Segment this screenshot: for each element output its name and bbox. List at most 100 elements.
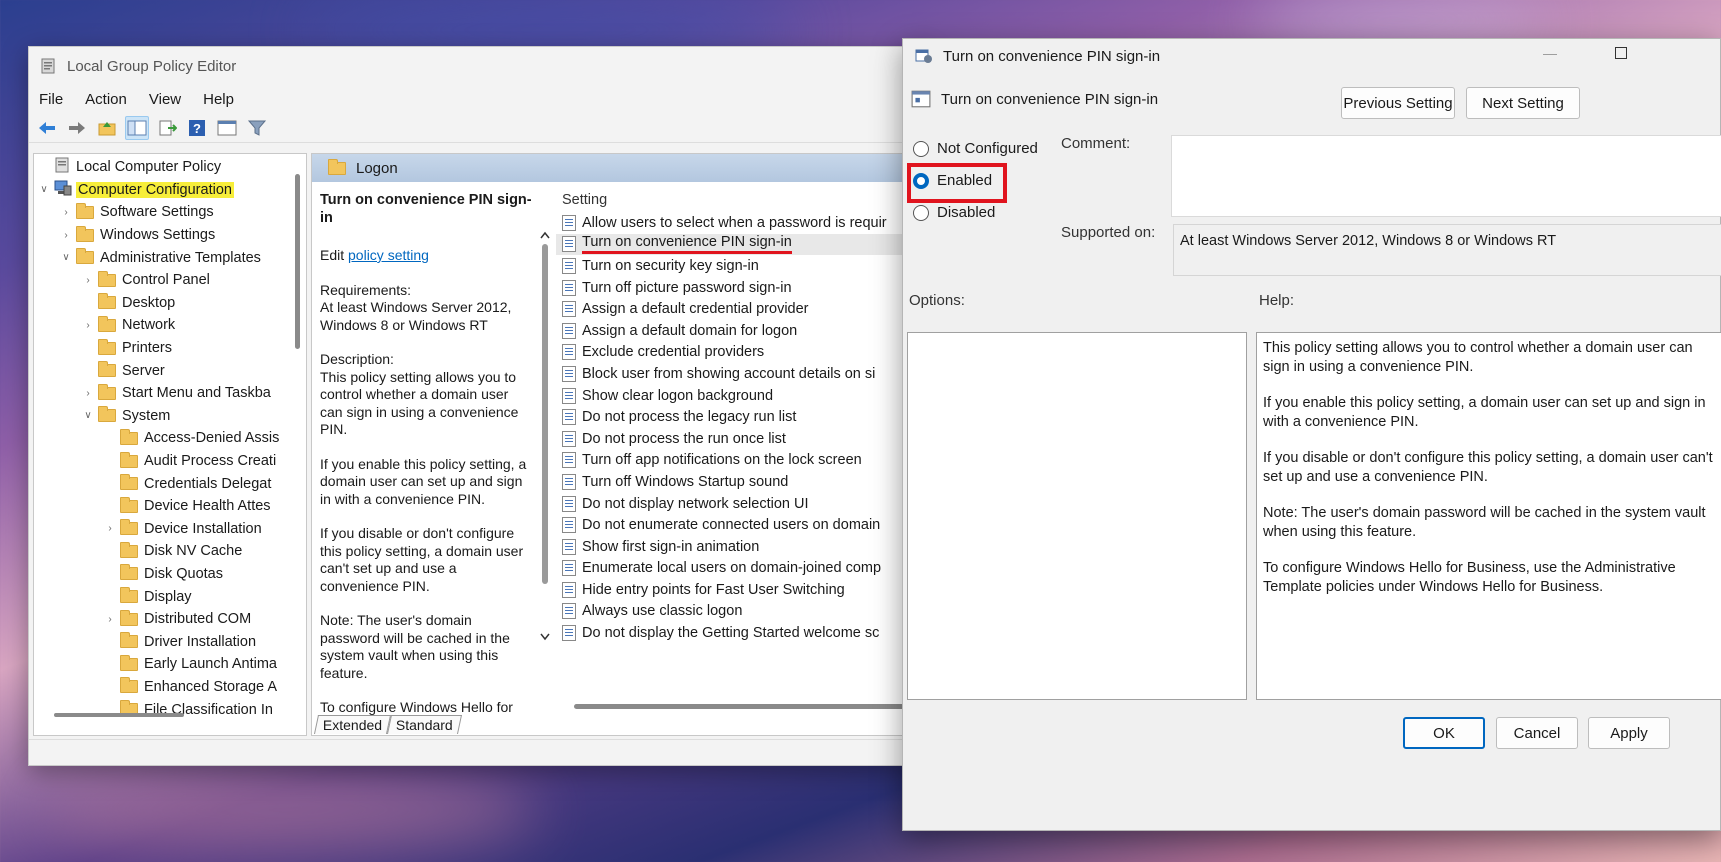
menu-file[interactable]: File <box>39 91 63 108</box>
settings-horizontal-scrollbar[interactable] <box>574 704 914 709</box>
setting-row[interactable]: Turn off Windows Startup sound <box>556 471 926 493</box>
chevron-down-icon[interactable]: ∨ <box>82 410 94 421</box>
setting-row[interactable]: Turn off picture password sign-in <box>556 277 926 299</box>
tree-item[interactable]: ∨ Computer Configuration <box>34 179 306 202</box>
tree-item[interactable]: › Network <box>34 314 306 337</box>
folder-icon <box>98 338 116 355</box>
menu-view[interactable]: View <box>149 91 181 108</box>
tree-item[interactable]: Desktop <box>34 292 306 315</box>
tree-item-label: Driver Installation <box>144 633 257 650</box>
next-setting-button[interactable]: Next Setting <box>1466 87 1580 119</box>
back-arrow-icon[interactable] <box>35 116 59 140</box>
svg-text:?: ? <box>193 121 201 136</box>
chevron-right-icon[interactable]: › <box>104 614 116 625</box>
chevron-right-icon[interactable]: › <box>82 320 94 331</box>
tree-item[interactable]: › Device Installation <box>34 518 306 541</box>
setting-row[interactable]: Hide entry points for Fast User Switchin… <box>556 579 926 601</box>
tree-item[interactable]: ∨ System <box>34 405 306 428</box>
settings-column-header[interactable]: Setting <box>556 184 926 212</box>
tree-item-label: Control Panel <box>122 272 210 289</box>
tree-vertical-scrollbar[interactable] <box>295 174 300 349</box>
tree-item[interactable]: › Software Settings <box>34 201 306 224</box>
tree-item[interactable]: Audit Process Creati <box>34 450 306 473</box>
tree-item[interactable]: File Classification In <box>34 698 306 721</box>
setting-row[interactable]: Show first sign-in animation <box>556 536 926 558</box>
setting-row[interactable]: Do not display network selection UI <box>556 493 926 515</box>
menu-help[interactable]: Help <box>203 91 234 108</box>
show-hide-tree-icon[interactable] <box>125 115 149 140</box>
tree-item[interactable]: Server <box>34 359 306 382</box>
maximize-icon[interactable] <box>1615 47 1627 59</box>
tree-item[interactable]: Disk NV Cache <box>34 540 306 563</box>
tab-extended[interactable]: Extended <box>313 714 392 734</box>
tree-item[interactable]: Disk Quotas <box>34 563 306 586</box>
comment-textarea[interactable] <box>1171 135 1721 217</box>
tree-item[interactable]: Early Launch Antima <box>34 653 306 676</box>
tree-item[interactable]: Enhanced Storage A <box>34 676 306 699</box>
tree-item[interactable]: Display <box>34 585 306 608</box>
tree-item[interactable]: Credentials Delegat <box>34 472 306 495</box>
tree-horizontal-scrollbar[interactable] <box>54 713 184 717</box>
setting-row[interactable]: Do not process the run once list <box>556 428 926 450</box>
tree-item[interactable]: Device Health Attes <box>34 495 306 518</box>
apply-button[interactable]: Apply <box>1588 717 1670 749</box>
chevron-right-icon[interactable]: › <box>82 388 94 399</box>
tab-standard[interactable]: Standard <box>387 714 463 734</box>
cancel-button[interactable]: Cancel <box>1496 717 1578 749</box>
radio-disabled-circle[interactable] <box>913 204 929 221</box>
folder-icon <box>120 496 138 513</box>
setting-label: Turn off app notifications on the lock s… <box>582 452 862 469</box>
properties-icon[interactable] <box>215 116 239 140</box>
setting-row[interactable]: Assign a default credential provider <box>556 298 926 320</box>
ok-button[interactable]: OK <box>1403 717 1485 749</box>
up-folder-icon[interactable] <box>95 116 119 140</box>
forward-arrow-icon[interactable] <box>65 116 89 140</box>
tree-item[interactable]: Access-Denied Assis <box>34 427 306 450</box>
previous-setting-button[interactable]: Previous Setting <box>1341 87 1455 119</box>
setting-row[interactable]: Do not enumerate connected users on doma… <box>556 514 926 536</box>
tree-item-label: Server <box>122 362 165 379</box>
setting-row[interactable]: Always use classic logon <box>556 601 926 623</box>
help-icon[interactable]: ? <box>185 116 209 140</box>
edit-policy-setting-link[interactable]: policy setting <box>348 247 429 263</box>
tree-item[interactable]: Local Computer Policy <box>34 156 306 179</box>
menu-action[interactable]: Action <box>85 91 127 108</box>
description-p2: If you enable this policy setting, a dom… <box>320 455 527 507</box>
setting-row[interactable]: Turn on security key sign-in <box>556 255 926 277</box>
tree-item[interactable]: Printers <box>34 337 306 360</box>
minimize-icon[interactable]: — <box>1543 45 1557 61</box>
export-list-icon[interactable] <box>155 116 179 140</box>
setting-row[interactable]: Do not display the Getting Started welco… <box>556 622 926 644</box>
tree-item-label: Disk NV Cache <box>144 543 243 560</box>
radio-not-configured[interactable]: Not Configured <box>913 140 1038 157</box>
radio-not-configured-circle[interactable] <box>913 140 929 157</box>
setting-row[interactable]: Allow users to select when a password is… <box>556 212 926 234</box>
tree-item[interactable]: ∨ Administrative Templates <box>34 246 306 269</box>
setting-row[interactable]: Do not process the legacy run list <box>556 406 926 428</box>
radio-disabled[interactable]: Disabled <box>913 204 995 221</box>
description-block: Description: This policy setting allows y… <box>320 351 534 439</box>
chevron-right-icon[interactable]: › <box>82 275 94 286</box>
tree-item[interactable]: › Control Panel <box>34 269 306 292</box>
chevron-down-icon[interactable]: ∨ <box>38 184 50 195</box>
setting-row[interactable]: Assign a default domain for logon <box>556 320 926 342</box>
setting-row[interactable]: Turn on convenience PIN sign-in <box>556 233 926 256</box>
filter-icon[interactable] <box>245 116 269 140</box>
tree-item[interactable]: › Windows Settings <box>34 224 306 247</box>
chevron-down-icon[interactable]: ∨ <box>60 252 72 263</box>
folder-icon <box>98 361 116 378</box>
tree-item[interactable]: › Start Menu and Taskba <box>34 382 306 405</box>
setting-row[interactable]: Exclude credential providers <box>556 342 926 364</box>
tree-item[interactable]: › Distributed COM <box>34 608 306 631</box>
chevron-right-icon[interactable]: › <box>60 230 72 241</box>
setting-row[interactable]: Enumerate local users on domain-joined c… <box>556 558 926 580</box>
help-p5: To configure Windows Hello for Business,… <box>1263 560 1676 595</box>
tree-item-label: Windows Settings <box>100 227 216 244</box>
chevron-right-icon[interactable]: › <box>104 523 116 534</box>
setting-row[interactable]: Turn off app notifications on the lock s… <box>556 450 926 472</box>
setting-row[interactable]: Block user from showing account details … <box>556 363 926 385</box>
tree-item[interactable]: Driver Installation <box>34 630 306 653</box>
description-scrollbar[interactable] <box>538 224 552 644</box>
setting-row[interactable]: Show clear logon background <box>556 385 926 407</box>
chevron-right-icon[interactable]: › <box>60 207 72 218</box>
